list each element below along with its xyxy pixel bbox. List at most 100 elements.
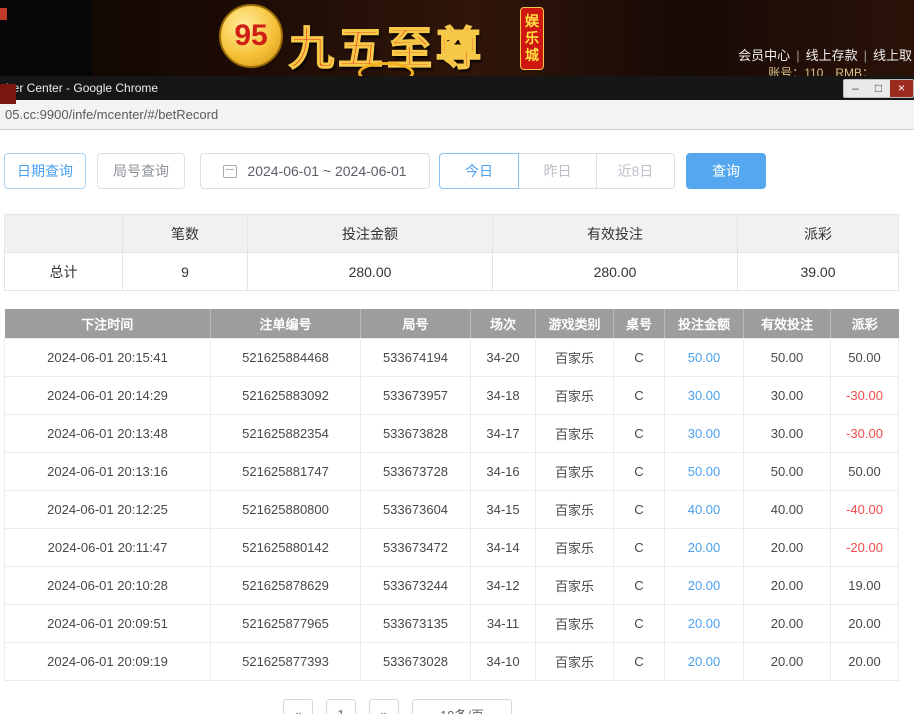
today-button[interactable]: 今日 bbox=[439, 153, 519, 189]
cell-amount[interactable]: 20.00 bbox=[664, 641, 744, 681]
cell-round: 533673472 bbox=[360, 527, 471, 567]
cell-game: 百家乐 bbox=[535, 337, 614, 377]
table-row: 2024-06-01 20:15:41 521625884468 533674194… bbox=[4, 337, 899, 377]
table-row: 2024-06-01 20:09:51 521625877965 533673135… bbox=[4, 603, 899, 643]
cell-round: 533673828 bbox=[360, 413, 471, 453]
table-row: 2024-06-01 20:14:29 521625883092 533673957… bbox=[4, 375, 899, 415]
desktop: 95 九五至尊 娱乐城 会员中心 | 线上存款 | 线上取 账号：110 RMB： be… bbox=[0, 0, 914, 715]
cell-table_no: C bbox=[613, 603, 665, 643]
table-row: 2024-06-01 20:10:28 521625878629 533673244… bbox=[4, 565, 899, 605]
cell-time: 2024-06-01 20:09:51 bbox=[4, 603, 211, 643]
cell-amount[interactable]: 30.00 bbox=[664, 375, 744, 415]
date-query-button[interactable]: 日期查询 bbox=[4, 153, 86, 189]
table-header-cell: 派彩 bbox=[830, 309, 899, 338]
cell-amount[interactable]: 50.00 bbox=[664, 337, 744, 377]
last8days-button[interactable]: 近8日 bbox=[596, 153, 675, 189]
table-row: 2024-06-01 20:09:19 521625877393 533673028… bbox=[4, 641, 899, 681]
cell-bet_id: 521625883092 bbox=[210, 375, 361, 415]
close-button[interactable]: × bbox=[890, 80, 913, 97]
table-header-cell: 桌号 bbox=[613, 309, 665, 338]
bet-records-table: 下注时间 注单编号 局号 场次 游戏类别 桌号 投注金额 有效投注 派彩 2024-06-01 … bbox=[4, 309, 899, 681]
nav-separator: | bbox=[863, 48, 867, 63]
cell-amount[interactable]: 20.00 bbox=[664, 565, 744, 605]
cell-time: 2024-06-01 20:13:16 bbox=[4, 451, 211, 491]
table-header-cell: 局号 bbox=[360, 309, 471, 338]
red-marker bbox=[0, 8, 7, 20]
cell-session: 34-16 bbox=[470, 451, 536, 491]
cell-time: 2024-06-01 20:14:29 bbox=[4, 375, 211, 415]
cell-round: 533673728 bbox=[360, 451, 471, 491]
cell-amount[interactable]: 50.00 bbox=[664, 451, 744, 491]
table-header-cell: 下注时间 bbox=[4, 309, 211, 338]
cell-game: 百家乐 bbox=[535, 641, 614, 681]
cell-bet_id: 521625880800 bbox=[210, 489, 361, 529]
nav-separator: | bbox=[796, 48, 800, 63]
chrome-popup-window: ber Center - Google Chrome – □ × 05.cc:9… bbox=[0, 76, 914, 715]
cell-session: 34-15 bbox=[470, 489, 536, 529]
cell-valid: 20.00 bbox=[743, 641, 831, 681]
cell-payout: -30.00 bbox=[830, 413, 899, 453]
cell-bet_id: 521625877965 bbox=[210, 603, 361, 643]
cell-amount[interactable]: 20.00 bbox=[664, 527, 744, 567]
cell-valid: 30.00 bbox=[743, 375, 831, 415]
cell-payout: 50.00 bbox=[830, 337, 899, 377]
next-page-button[interactable]: » bbox=[369, 699, 399, 714]
cell-bet_id: 521625884468 bbox=[210, 337, 361, 377]
prev-page-button[interactable]: « bbox=[283, 699, 313, 714]
cell-payout: 20.00 bbox=[830, 603, 899, 643]
summary-header-valid: 有效投注 bbox=[492, 214, 738, 253]
window-title: ber Center - Google Chrome bbox=[6, 81, 159, 95]
window-title-bar[interactable]: ber Center - Google Chrome – □ × bbox=[0, 76, 914, 100]
cell-amount[interactable]: 40.00 bbox=[664, 489, 744, 529]
cell-amount[interactable]: 30.00 bbox=[664, 413, 744, 453]
cell-table_no: C bbox=[613, 451, 665, 491]
round-query-button[interactable]: 局号查询 bbox=[97, 153, 185, 189]
address-bar[interactable]: 05.cc:9900/infe/mcenter/#/betRecord bbox=[0, 100, 914, 130]
cell-game: 百家乐 bbox=[535, 565, 614, 605]
nav-member-center[interactable]: 会员中心 bbox=[738, 48, 790, 63]
summary-total-count: 9 bbox=[122, 252, 248, 291]
table-row: 2024-06-01 20:12:25 521625880800 533673604… bbox=[4, 489, 899, 529]
cell-time: 2024-06-01 20:09:19 bbox=[4, 641, 211, 681]
cell-payout: -30.00 bbox=[830, 375, 899, 415]
summary-header-amount: 投注金额 bbox=[247, 214, 493, 253]
page-size-select[interactable]: 10条/页 bbox=[412, 699, 512, 714]
url-text: 05.cc:9900/infe/mcenter/#/betRecord bbox=[5, 107, 219, 122]
nav-deposit[interactable]: 线上存款 bbox=[806, 48, 858, 63]
cell-time: 2024-06-01 20:15:41 bbox=[4, 337, 211, 377]
window-edge-fragment bbox=[0, 84, 16, 104]
cell-valid: 50.00 bbox=[743, 337, 831, 377]
nav-withdraw[interactable]: 线上取 bbox=[873, 48, 912, 63]
date-range-input[interactable]: 2024-06-01 ~ 2024-06-01 bbox=[200, 153, 430, 189]
cell-time: 2024-06-01 20:10:28 bbox=[4, 565, 211, 605]
pagination: « 1 » 10条/页 bbox=[283, 699, 525, 714]
header-nav: 会员中心 | 线上存款 | 线上取 bbox=[738, 45, 912, 64]
cell-payout: 50.00 bbox=[830, 451, 899, 491]
summary-total-valid: 280.00 bbox=[492, 252, 738, 291]
cell-session: 34-11 bbox=[470, 603, 536, 643]
table-header-cell: 游戏类别 bbox=[535, 309, 614, 338]
cell-amount[interactable]: 20.00 bbox=[664, 603, 744, 643]
cell-table_no: C bbox=[613, 527, 665, 567]
cell-payout: 20.00 bbox=[830, 641, 899, 681]
window-controls: – □ × bbox=[843, 79, 914, 98]
summary-header-row: 笔数 投注金额 有效投注 派彩 bbox=[4, 214, 899, 253]
cell-time: 2024-06-01 20:12:25 bbox=[4, 489, 211, 529]
cell-valid: 40.00 bbox=[743, 489, 831, 529]
cell-bet_id: 521625882354 bbox=[210, 413, 361, 453]
cell-session: 34-18 bbox=[470, 375, 536, 415]
coin-logo-icon: 95 bbox=[219, 4, 283, 68]
summary-total-row: 总计 9 280.00 280.00 39.00 bbox=[4, 252, 899, 291]
cell-round: 533673135 bbox=[360, 603, 471, 643]
cell-round: 533673604 bbox=[360, 489, 471, 529]
maximize-button[interactable]: □ bbox=[867, 80, 890, 97]
cell-table_no: C bbox=[613, 565, 665, 605]
cell-time: 2024-06-01 20:11:47 bbox=[4, 527, 211, 567]
minimize-button[interactable]: – bbox=[844, 80, 867, 97]
casino-header: 95 九五至尊 娱乐城 会员中心 | 线上存款 | 线上取 账号：110 RMB： bbox=[0, 0, 914, 84]
cell-time: 2024-06-01 20:13:48 bbox=[4, 413, 211, 453]
cell-game: 百家乐 bbox=[535, 451, 614, 491]
search-button[interactable]: 查询 bbox=[686, 153, 766, 189]
page-number-button[interactable]: 1 bbox=[326, 699, 356, 714]
yesterday-button[interactable]: 昨日 bbox=[518, 153, 597, 189]
